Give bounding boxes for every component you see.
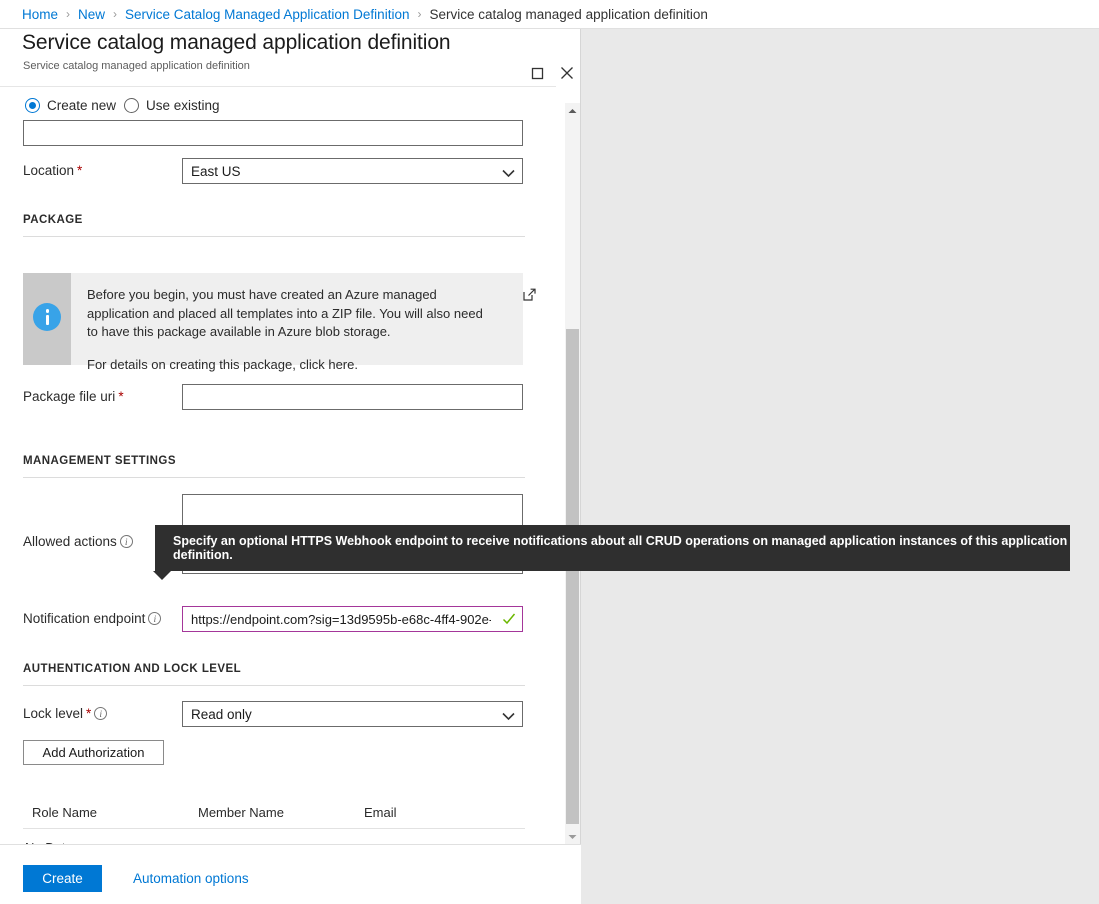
external-link-icon[interactable] xyxy=(523,288,536,304)
tooltip: Specify an optional HTTPS Webhook endpoi… xyxy=(155,525,1070,571)
azure-portal-page: Home › New › Service Catalog Managed App… xyxy=(0,0,1099,875)
allowed-actions-label: Allowed actionsi xyxy=(23,534,133,549)
info-banner-paragraph-2: For details on creating this package, cl… xyxy=(87,356,491,375)
grid-column-member-name: Member Name xyxy=(198,805,284,820)
package-file-uri-label: Package file uri* xyxy=(23,389,124,404)
section-divider-package xyxy=(23,236,525,237)
lock-level-label: Lock level*i xyxy=(23,706,107,721)
blade: Service catalog managed application defi… xyxy=(0,29,581,875)
scroll-up-arrow-icon[interactable] xyxy=(565,103,580,118)
scroll-down-arrow-icon[interactable] xyxy=(565,829,580,844)
section-divider-management xyxy=(23,477,525,478)
breadcrumb-item-current: Service catalog managed application defi… xyxy=(429,7,707,22)
blade-scrollbar[interactable] xyxy=(565,103,580,844)
required-asterisk: * xyxy=(77,163,82,178)
location-select[interactable]: East US xyxy=(182,158,523,184)
blade-scroll-area: Create new Use existing Location* East U… xyxy=(0,58,556,844)
scrollbar-thumb[interactable] xyxy=(566,329,579,824)
lock-level-value: Read only xyxy=(191,702,252,727)
checkmark-icon xyxy=(502,612,516,629)
chevron-right-icon: › xyxy=(417,7,421,21)
required-asterisk: * xyxy=(86,706,91,721)
breadcrumb: Home › New › Service Catalog Managed App… xyxy=(0,0,1099,29)
radio-use-existing[interactable] xyxy=(124,98,139,113)
section-heading-management-settings: MANAGEMENT SETTINGS xyxy=(23,455,176,467)
automation-options-link[interactable]: Automation options xyxy=(133,871,249,886)
info-icon xyxy=(33,303,61,331)
info-banner-text: Before you begin, you must have created … xyxy=(87,286,491,374)
section-heading-authentication: AUTHENTICATION AND LOCK LEVEL xyxy=(23,663,241,675)
breadcrumb-item-home[interactable]: Home xyxy=(22,7,58,22)
radio-create-new-label[interactable]: Create new xyxy=(47,98,116,113)
chevron-right-icon: › xyxy=(66,7,70,21)
breadcrumb-item-service-catalog-managed-application-definition[interactable]: Service Catalog Managed Application Defi… xyxy=(125,7,409,22)
close-icon[interactable] xyxy=(554,60,580,86)
resource-group-name-input[interactable] xyxy=(23,120,523,146)
section-heading-package: PACKAGE xyxy=(23,214,83,226)
required-asterisk: * xyxy=(118,389,123,404)
page-title: Service catalog managed application defi… xyxy=(22,31,451,55)
info-icon[interactable]: i xyxy=(120,535,133,548)
grid-column-role-name: Role Name xyxy=(32,805,97,820)
notification-endpoint-value: https://endpoint.com?sig=13d9595b-e68c-4… xyxy=(191,607,491,632)
info-banner: Before you begin, you must have created … xyxy=(23,273,523,365)
notification-endpoint-input[interactable]: https://endpoint.com?sig=13d9595b-e68c-4… xyxy=(182,606,523,632)
grid-header-divider xyxy=(23,828,525,829)
location-label: Location* xyxy=(23,163,82,178)
notification-endpoint-label: Notification endpointi xyxy=(23,611,161,626)
radio-use-existing-label[interactable]: Use existing xyxy=(146,98,220,113)
breadcrumb-item-new[interactable]: New xyxy=(78,7,105,22)
info-icon[interactable]: i xyxy=(94,707,107,720)
section-divider-authentication xyxy=(23,685,525,686)
package-file-uri-input[interactable] xyxy=(182,384,523,410)
location-value: East US xyxy=(191,159,241,184)
add-authorization-button[interactable]: Add Authorization xyxy=(23,740,164,765)
chevron-down-icon xyxy=(502,709,515,724)
chevron-right-icon: › xyxy=(113,7,117,21)
blade-action-bar: Create Automation options xyxy=(0,844,581,904)
lock-level-select[interactable]: Read only xyxy=(182,701,523,727)
chevron-down-icon xyxy=(502,166,515,181)
tooltip-arrow xyxy=(153,571,171,580)
info-icon[interactable]: i xyxy=(148,612,161,625)
info-banner-paragraph-1: Before you begin, you must have created … xyxy=(87,286,491,342)
grid-column-email: Email xyxy=(364,805,397,820)
radio-create-new[interactable] xyxy=(25,98,40,113)
create-button[interactable]: Create xyxy=(23,865,102,892)
